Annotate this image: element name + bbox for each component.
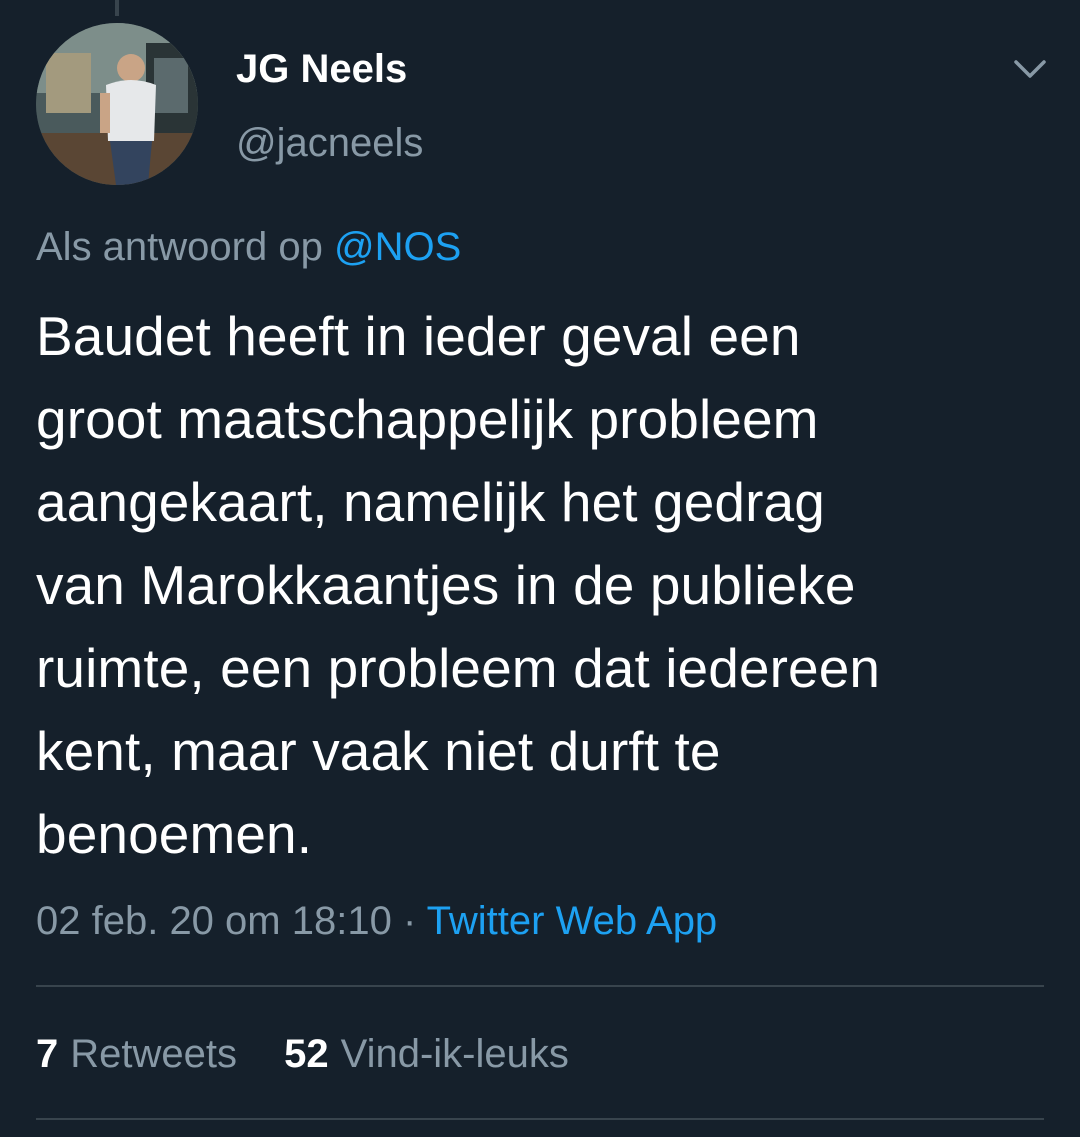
avatar[interactable]: [36, 23, 198, 185]
tweet-text: Baudet heeft in ieder geval een groot ma…: [36, 295, 1046, 876]
divider: [36, 1118, 1044, 1120]
tweet-text-line: groot maatschappelijk probleem: [36, 388, 819, 450]
likes-stat[interactable]: 52 Vind-ik-leuks: [284, 1028, 569, 1080]
tweet-timestamp[interactable]: 02 feb. 20 om 18:10: [36, 899, 392, 943]
reply-mention-link[interactable]: @NOS: [334, 225, 461, 269]
tweet-text-line: ruimte, een probleem dat iedereen: [36, 637, 881, 699]
tweet-source-link[interactable]: Twitter Web App: [427, 899, 718, 943]
author-handle[interactable]: @jacneels: [236, 118, 423, 168]
reply-context: Als antwoord op @NOS: [36, 221, 461, 273]
tweet-text-line: benoemen.: [36, 803, 313, 865]
divider: [36, 985, 1044, 987]
tweet-text-line: Baudet heeft in ieder geval een: [36, 305, 801, 367]
tweet-text-line: van Marokkaantjes in de publieke: [36, 554, 856, 616]
tweet-text-line: aangekaart, namelijk het gedrag: [36, 471, 825, 533]
chevron-down-icon[interactable]: [1008, 48, 1052, 88]
tweet-meta: 02 feb. 20 om 18:10 · Twitter Web App: [36, 895, 717, 947]
meta-separator: ·: [402, 899, 417, 943]
likes-count: 52: [284, 1032, 329, 1076]
retweets-label: Retweets: [70, 1032, 237, 1076]
retweets-count: 7: [36, 1032, 59, 1076]
avatar-photo: [36, 23, 198, 185]
tweet-stats: 7 Retweets 52 Vind-ik-leuks: [36, 1028, 605, 1080]
likes-label: Vind-ik-leuks: [340, 1032, 569, 1076]
reply-prefix: Als antwoord op: [36, 225, 323, 269]
retweets-stat[interactable]: 7 Retweets: [36, 1028, 237, 1080]
thread-connector-line: [115, 0, 119, 16]
tweet-text-line: kent, maar vaak niet durft te: [36, 720, 721, 782]
author-name[interactable]: JG Neels: [236, 44, 407, 94]
